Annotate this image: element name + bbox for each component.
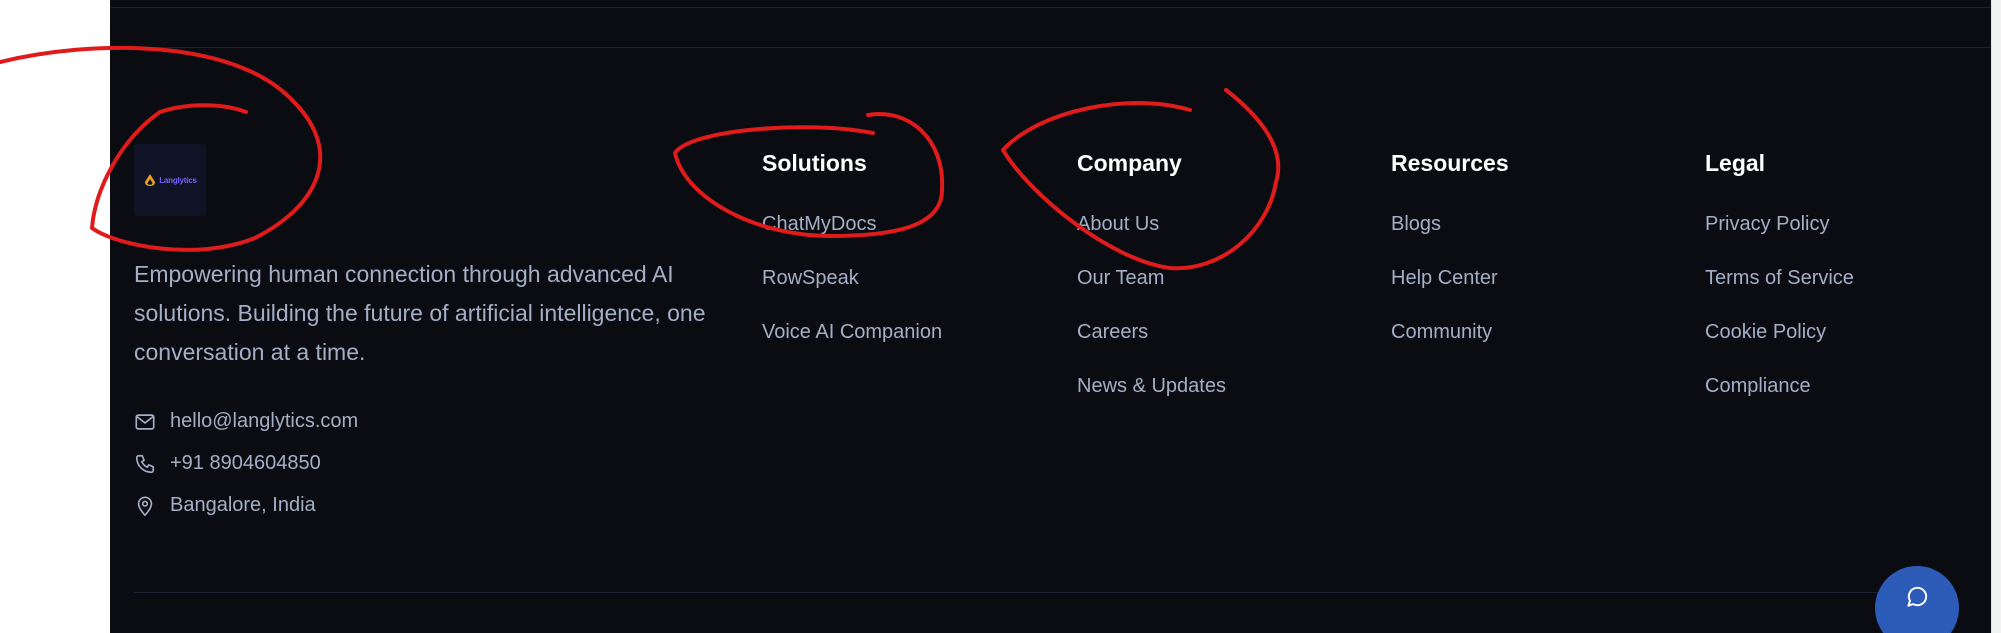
link-terms-of-service[interactable]: Terms of Service [1705,267,1854,290]
scrollbar[interactable] [1991,0,2001,633]
mail-icon [135,413,155,430]
link-help-center[interactable]: Help Center [1391,267,1498,290]
link-blogs[interactable]: Blogs [1391,213,1441,236]
contact-location: Bangalore, India [134,494,316,517]
link-community[interactable]: Community [1391,321,1492,344]
phone-icon [135,454,155,473]
link-voice-ai-companion[interactable]: Voice AI Companion [762,321,942,344]
logo-flame-icon [145,174,156,186]
footer-top-border [110,47,1992,48]
top-divider [110,7,1992,8]
link-rowspeak[interactable]: RowSpeak [762,267,859,290]
brand-description: Empowering human connection through adva… [134,261,706,365]
chat-bubble-icon [1907,586,1928,607]
contact-email[interactable]: hello@langlytics.com [134,410,358,433]
page: Langlytics Empowering human connection t… [0,0,2001,633]
footer-bottom-divider [134,592,1934,593]
link-careers[interactable]: Careers [1077,321,1148,344]
contact-location-text: Bangalore, India [170,494,316,516]
logo-text: Langlytics [159,175,197,185]
legal-heading: Legal [1705,150,1766,176]
company-heading: Company [1077,150,1182,176]
link-our-team[interactable]: Our Team [1077,267,1164,290]
map-pin-icon [137,495,153,516]
link-news-updates[interactable]: News & Updates [1077,375,1226,398]
link-compliance[interactable]: Compliance [1705,375,1811,398]
contact-email-text: hello@langlytics.com [170,410,359,432]
link-chatmydocs[interactable]: ChatMyDocs [762,213,876,236]
link-about-us[interactable]: About Us [1077,213,1159,236]
link-privacy-policy[interactable]: Privacy Policy [1705,213,1829,236]
solutions-heading: Solutions [762,150,867,176]
logo: Langlytics [143,173,197,187]
link-cookie-policy[interactable]: Cookie Policy [1705,321,1826,344]
logo-link[interactable]: Langlytics [134,144,206,216]
resources-heading: Resources [1391,150,1509,176]
contact-phone-text: +91 8904604850 [170,452,321,474]
contact-phone[interactable]: +91 8904604850 [134,452,321,475]
